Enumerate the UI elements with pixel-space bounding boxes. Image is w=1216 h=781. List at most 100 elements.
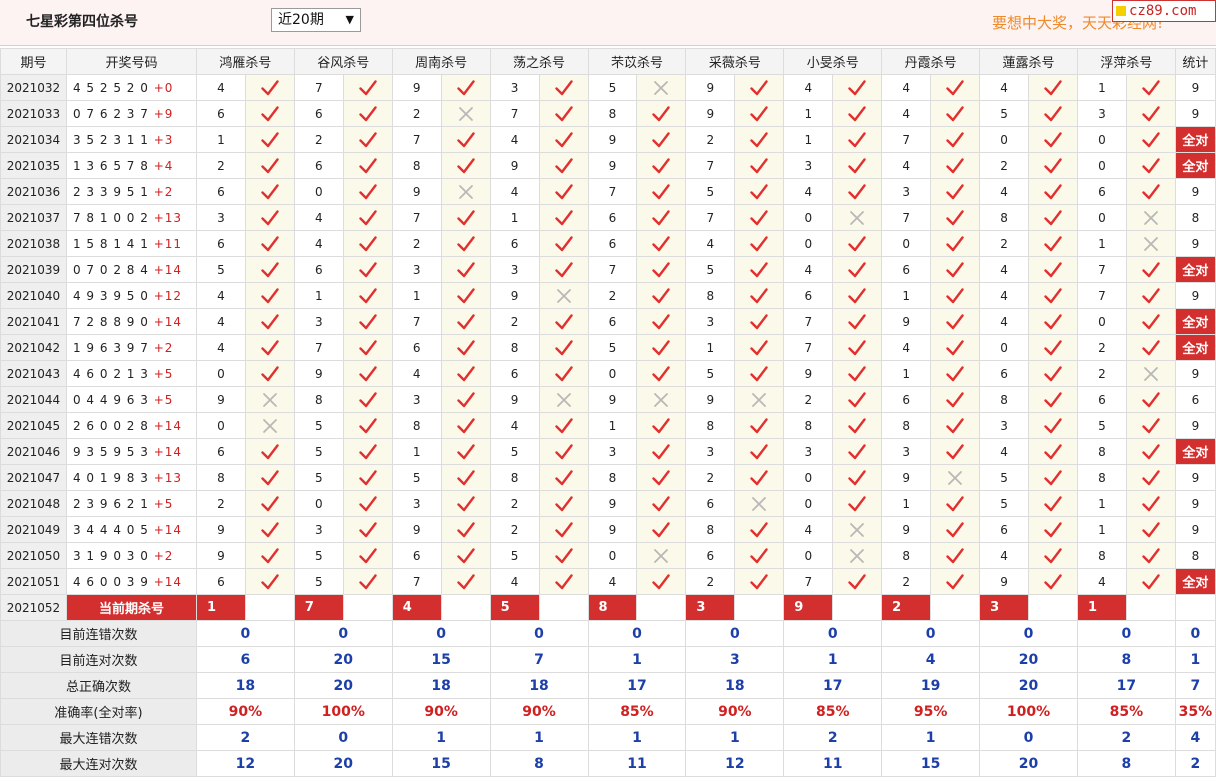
stats-row: 总正确次数 18 20 18 18 17 18 17 19 20 17 7	[0, 672, 1216, 699]
period-cell: 2021047	[0, 464, 67, 491]
kill-number-cell: 3	[391, 490, 442, 517]
correct-count-cell: 8	[1174, 542, 1216, 569]
kill-number-cell: 4	[293, 230, 344, 257]
check-icon	[1028, 178, 1078, 205]
stats-value: 0	[293, 724, 393, 751]
brand-link[interactable]: cz89.com	[1112, 0, 1216, 22]
check-icon	[440, 360, 491, 387]
check-icon	[1125, 568, 1176, 595]
check-icon	[244, 100, 295, 127]
period-cell: 2021049	[0, 516, 67, 543]
kill-number-cell: 9	[293, 360, 344, 387]
check-icon	[342, 126, 393, 153]
kill-number-cell: 3	[979, 412, 1030, 439]
table-row: 2021038 1 5 8 1 4 1 +11 6 4 2 6 6 4 0 0 2 1 9	[0, 230, 1216, 257]
kill-number-cell: 9	[685, 386, 736, 413]
kill-number-cell: 8	[881, 412, 932, 439]
kill-number-cell: 4	[783, 516, 834, 543]
kill-number-cell: 4	[979, 256, 1030, 283]
period-select[interactable]: 近20期 ▼	[271, 8, 361, 32]
kill-number-cell: 6	[293, 256, 344, 283]
kill-number-cell: 0	[1076, 126, 1127, 153]
check-icon	[1125, 74, 1176, 101]
kill-number-cell: 7	[391, 204, 442, 231]
check-icon	[342, 490, 393, 517]
kill-number-cell: 0	[783, 464, 834, 491]
kill-number-cell: 5	[489, 438, 540, 465]
check-icon	[832, 256, 883, 283]
kill-number-cell: 4	[979, 178, 1030, 205]
stats-value: 8	[489, 750, 589, 777]
kill-number-cell: 1	[391, 282, 442, 309]
kill-number-cell: 7	[391, 568, 442, 595]
period-cell: 2021050	[0, 542, 67, 569]
period-cell: 2021044	[0, 386, 67, 413]
draw-numbers-cell: 4 0 1 9 8 3 +13	[65, 464, 197, 491]
kill-number-cell: 9	[881, 308, 932, 335]
check-icon	[342, 438, 393, 465]
kill-number-cell: 4	[1076, 568, 1127, 595]
kill-number-cell: 4	[195, 74, 246, 101]
kill-number-cell: 5	[979, 100, 1030, 127]
draw-sum: +14	[153, 522, 183, 537]
period-cell: 2021051	[0, 568, 67, 595]
current-period-cell: 2021052	[0, 594, 67, 621]
check-icon	[1028, 360, 1078, 387]
draw-numbers-cell: 4 6 0 2 1 3 +5	[65, 360, 197, 387]
col-header-expert-6: 采薇杀号	[685, 48, 785, 75]
col-header-expert-8: 丹霞杀号	[881, 48, 981, 75]
kill-number-cell: 2	[979, 230, 1030, 257]
check-icon	[930, 360, 981, 387]
kill-number-cell: 0	[979, 126, 1030, 153]
stats-value: 0	[1174, 620, 1216, 647]
all-correct-badge: 全对	[1174, 308, 1216, 335]
stats-value: 0	[979, 620, 1078, 647]
kill-number-cell: 5	[1076, 412, 1127, 439]
kill-number-cell: 8	[979, 204, 1030, 231]
check-icon	[538, 490, 589, 517]
kill-number-cell: 3	[685, 438, 736, 465]
kill-number-cell: 7	[391, 126, 442, 153]
stats-value: 0	[587, 620, 687, 647]
stats-value: 1	[685, 724, 785, 751]
col-header-expert-2: 谷风杀号	[293, 48, 393, 75]
kill-number-cell: 3	[881, 438, 932, 465]
stats-value: 85%	[1076, 698, 1176, 725]
current-kill-number: 5	[489, 594, 540, 621]
draw-sum: +5	[153, 392, 174, 407]
stats-value: 0	[391, 620, 491, 647]
stats-value: 17	[783, 672, 883, 699]
current-kill-number: 4	[391, 594, 442, 621]
check-icon	[734, 412, 785, 439]
draw-digits: 4 5 2 5 2 0	[72, 80, 149, 95]
check-icon	[538, 360, 589, 387]
check-icon	[342, 100, 393, 127]
table-row: 2021043 4 6 0 2 1 3 +5 0 9 4 6 0 5 9 1 6 2 9	[0, 360, 1216, 387]
kill-number-cell: 8	[1076, 438, 1127, 465]
cross-icon	[440, 178, 491, 205]
check-icon	[734, 230, 785, 257]
stats-value: 18	[195, 672, 295, 699]
stats-value: 1	[587, 724, 687, 751]
stats-label: 总正确次数	[0, 672, 197, 699]
table-row: 2021048 2 3 9 6 2 1 +5 2 0 3 2 9 6 0 1 5 1 9	[0, 490, 1216, 517]
correct-count-cell: 9	[1174, 464, 1216, 491]
kill-number-cell: 8	[587, 100, 638, 127]
kill-number-cell: 1	[293, 282, 344, 309]
check-icon	[1125, 282, 1176, 309]
kill-number-cell: 1	[587, 412, 638, 439]
kill-number-cell: 0	[881, 230, 932, 257]
check-icon	[930, 256, 981, 283]
draw-digits: 4 6 0 2 1 3	[72, 366, 149, 381]
stats-value: 20	[293, 646, 393, 673]
check-icon	[734, 516, 785, 543]
draw-digits: 2 3 9 6 2 1	[72, 496, 149, 511]
check-icon	[1028, 386, 1078, 413]
col-header-expert-7: 小旻杀号	[783, 48, 883, 75]
kill-number-cell: 4	[979, 74, 1030, 101]
draw-digits: 4 6 0 0 3 9	[72, 574, 149, 589]
kill-number-cell: 3	[783, 438, 834, 465]
kill-number-cell: 6	[195, 438, 246, 465]
check-icon	[832, 100, 883, 127]
check-icon	[440, 74, 491, 101]
